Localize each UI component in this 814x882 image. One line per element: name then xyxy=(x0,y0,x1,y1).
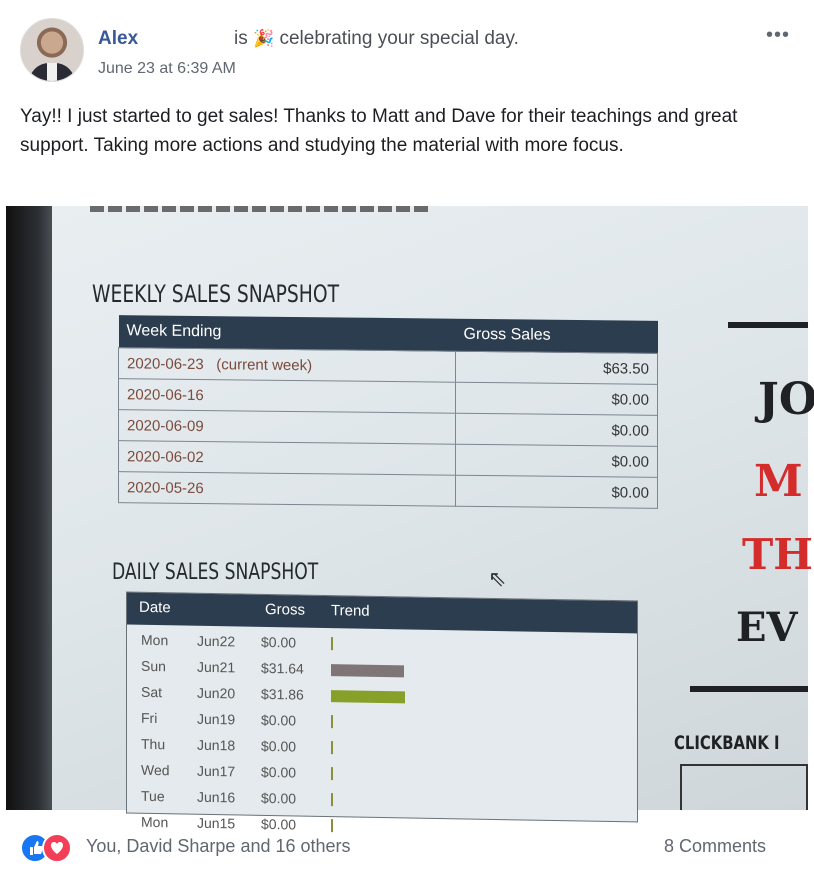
post-timestamp[interactable]: June 23 at 6:39 AM xyxy=(98,60,236,78)
week-date: 2020-06-16 xyxy=(118,378,456,414)
daily-day: Tue xyxy=(141,787,165,805)
week-date: 2020-06-09 xyxy=(118,409,456,445)
daily-day: Mon xyxy=(141,813,169,831)
week-note: (current week) xyxy=(216,355,313,374)
week-amount: $63.50 xyxy=(455,351,658,385)
author-avatar[interactable] xyxy=(20,18,84,82)
daily-gross: $0.00 xyxy=(261,763,297,781)
side-text-ev: EV xyxy=(736,604,798,651)
monitor-bezel xyxy=(6,206,52,810)
daily-header-trend: Trend xyxy=(331,602,370,620)
author-name[interactable]: Alex xyxy=(98,28,138,50)
daily-day: Mon xyxy=(141,631,169,649)
daily-sales-title: DAILY SALES SNAPSHOT xyxy=(112,560,319,585)
trend-tick xyxy=(331,637,333,651)
week-amount: $0.00 xyxy=(455,475,658,509)
daily-date: Jun20 xyxy=(197,684,236,702)
daily-gross: $0.00 xyxy=(261,815,297,833)
weekly-header-week: Week Ending xyxy=(118,315,456,352)
daily-gross: $0.00 xyxy=(261,711,297,729)
daily-sales-table: Date Gross Trend Mon Jun22 $0.00 Sun Jun21 $3… xyxy=(126,591,638,832)
daily-header-date: Date xyxy=(139,598,171,617)
daily-date: Jun16 xyxy=(197,788,236,806)
week-amount: $0.00 xyxy=(455,382,658,416)
daily-day: Thu xyxy=(141,735,166,753)
love-icon xyxy=(42,833,72,863)
trend-tick xyxy=(331,741,333,755)
side-text-m: M xyxy=(754,456,803,507)
daily-date: Jun17 xyxy=(197,762,236,780)
side-rule xyxy=(728,322,808,328)
activity-description: celebrating your special day. xyxy=(279,28,519,49)
week-date: 2020-06-02 xyxy=(118,440,456,476)
week-date: 2020-05-26 xyxy=(118,471,456,507)
reactors-link[interactable]: You, David Sharpe and 16 others xyxy=(86,836,351,857)
week-amount: $0.00 xyxy=(455,413,658,447)
trend-tick xyxy=(331,767,333,781)
week-amount: $0.00 xyxy=(455,444,658,478)
daily-date: Jun15 xyxy=(197,814,236,832)
daily-date: Jun18 xyxy=(197,736,236,754)
daily-gross: $31.64 xyxy=(261,659,304,677)
side-text-clickbank: CLICKBANK I xyxy=(674,732,780,754)
activity-text: is 🎉 celebrating your special day. xyxy=(234,28,519,50)
trend-bar xyxy=(331,664,404,678)
daily-day: Sat xyxy=(141,683,163,701)
daily-day: Sun xyxy=(141,657,166,675)
table-row: 2020-05-26 $0.00 xyxy=(118,471,658,509)
week-date: 2020-06-23 (current week) xyxy=(118,347,456,383)
weekly-sales-table: Week Ending Gross Sales 2020-06-23 (curr… xyxy=(118,315,658,509)
daily-gross: $0.00 xyxy=(261,633,297,651)
weekly-sales-title: WEEKLY SALES SNAPSHOT xyxy=(92,280,340,308)
daily-table-header: Date Gross Trend xyxy=(127,592,637,634)
trend-tick xyxy=(331,793,333,807)
daily-day: Fri xyxy=(141,709,158,727)
side-text-jo: JO xyxy=(758,374,814,425)
daily-date: Jun21 xyxy=(197,658,236,676)
daily-date: Jun19 xyxy=(197,710,236,728)
trend-tick xyxy=(331,715,333,729)
side-box xyxy=(680,764,808,810)
daily-date: Jun22 xyxy=(197,632,236,650)
party-icon: 🎉 xyxy=(253,29,275,48)
mouse-cursor-icon: ⇖ xyxy=(488,566,507,591)
daily-gross: $0.00 xyxy=(261,789,297,807)
daily-gross: $31.86 xyxy=(261,685,304,703)
reaction-icons[interactable] xyxy=(20,830,72,863)
trend-bar xyxy=(331,690,405,704)
daily-header-gross: Gross xyxy=(265,600,306,619)
side-text-th: TH xyxy=(742,530,813,579)
side-rule xyxy=(690,686,808,692)
cropped-heading xyxy=(90,206,430,212)
activity-prefix: is xyxy=(234,28,248,49)
post-text: Yay!! I just started to get sales! Thank… xyxy=(20,106,738,156)
more-options-icon[interactable]: ••• xyxy=(766,24,790,47)
trend-tick xyxy=(331,819,333,833)
daily-gross: $0.00 xyxy=(261,737,297,755)
weekly-header-gross: Gross Sales xyxy=(455,318,658,354)
daily-day: Wed xyxy=(141,761,170,779)
comments-link[interactable]: 8 Comments xyxy=(664,836,766,857)
